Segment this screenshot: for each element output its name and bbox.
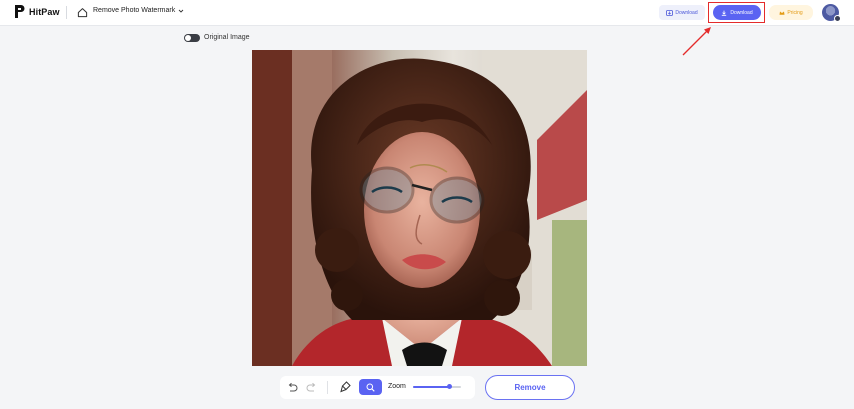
annotation-arrow-icon	[682, 27, 711, 56]
zoom-tool-button[interactable]	[359, 379, 382, 395]
zoom-slider-thumb[interactable]	[446, 384, 452, 389]
brand-name: HitPaw	[29, 6, 60, 17]
original-image-toggle[interactable]	[184, 34, 200, 42]
tool-selector[interactable]: Remove Photo Watermark	[93, 7, 184, 14]
avatar-badge	[834, 15, 841, 22]
original-image-label: Original Image	[204, 34, 250, 41]
zoom-slider[interactable]	[413, 384, 461, 389]
home-icon[interactable]	[77, 7, 88, 18]
photo-canvas[interactable]	[252, 50, 587, 366]
toggle-knob	[185, 35, 191, 41]
brush-icon[interactable]	[340, 381, 351, 393]
remove-button[interactable]: Remove	[485, 375, 575, 400]
download-primary-button[interactable]: Download	[713, 5, 761, 20]
chevron-down-icon	[178, 9, 184, 13]
download-icon	[722, 10, 727, 16]
hitpaw-logo-icon	[15, 5, 25, 18]
tool-selector-label: Remove Photo Watermark	[93, 7, 176, 14]
crown-icon	[779, 11, 785, 15]
download-secondary-label: Download	[675, 9, 698, 16]
download-secondary-button[interactable]: Download	[659, 5, 705, 20]
magnifier-icon	[366, 383, 375, 392]
download-icon	[666, 9, 674, 16]
pricing-label: Pricing	[787, 9, 803, 16]
redo-icon[interactable]	[306, 382, 317, 393]
brand-logo[interactable]: HitPaw	[14, 4, 60, 19]
zoom-slider-fill	[413, 386, 449, 388]
download-primary-label: Download	[730, 9, 753, 16]
toolbar-divider	[327, 381, 328, 394]
header-divider	[66, 6, 67, 19]
undo-icon[interactable]	[287, 382, 298, 393]
pricing-button[interactable]: Pricing	[769, 5, 813, 20]
portrait-image	[252, 50, 587, 366]
zoom-label: Zoom	[388, 383, 406, 390]
